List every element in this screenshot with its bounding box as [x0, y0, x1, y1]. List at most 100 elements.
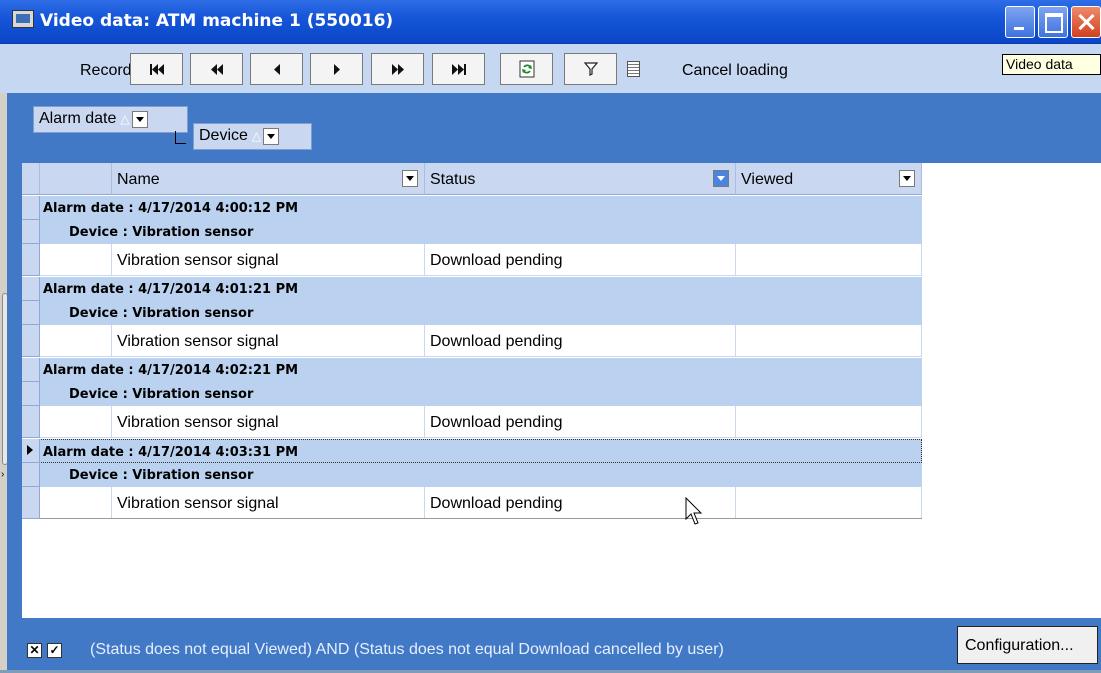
previous-page-button[interactable] [190, 53, 243, 85]
group-row-alarm-date[interactable]: Alarm date : 4/17/2014 4:02:21 PM [22, 358, 922, 382]
first-record-button[interactable] [130, 53, 183, 85]
group-chip-label: Device [199, 127, 248, 144]
cell-status[interactable]: Download pending [425, 244, 736, 275]
header-indent [40, 163, 112, 195]
chevron-down-icon[interactable] [263, 128, 280, 145]
row-selector[interactable] [22, 463, 40, 487]
previous-record-icon [273, 63, 280, 75]
next-record-icon [333, 63, 340, 75]
cell-viewed[interactable] [736, 244, 922, 275]
previous-page-icon [210, 63, 223, 75]
table-row[interactable]: Vibration sensor signal Download pending [22, 325, 922, 357]
group-row-label: Alarm date : 4/17/2014 4:02:21 PM [43, 363, 299, 378]
group-row-label: Device : Vibration sensor [69, 468, 254, 483]
next-page-button[interactable] [371, 53, 424, 85]
table-row[interactable]: Vibration sensor signal Download pending [22, 406, 922, 438]
group-row-label: Alarm date : 4/17/2014 4:03:31 PM [43, 445, 299, 460]
row-selector[interactable] [22, 406, 40, 438]
group-row-label: Alarm date : 4/17/2014 4:01:21 PM [43, 282, 299, 297]
group-row-alarm-date[interactable]: Alarm date : 4/17/2014 4:00:12 PM [22, 196, 922, 220]
last-record-icon [451, 63, 466, 75]
group-chip-label: Alarm date [39, 110, 117, 127]
table-row[interactable]: Vibration sensor signal Download pending [22, 487, 922, 519]
clear-filter-icon[interactable]: ✕ [27, 643, 42, 658]
close-button[interactable] [1071, 6, 1101, 38]
row-selector[interactable] [22, 196, 40, 220]
next-record-button[interactable] [310, 53, 363, 85]
group-row-label: Alarm date : 4/17/2014 4:00:12 PM [43, 201, 299, 216]
tooltip: Video data [1002, 54, 1101, 75]
filter-button[interactable] [564, 53, 617, 85]
row-selector[interactable] [22, 301, 40, 325]
column-header-label: Viewed [741, 171, 794, 188]
cell-name[interactable]: Vibration sensor signal [112, 244, 425, 275]
refresh-button[interactable] [500, 53, 553, 85]
cell-status[interactable]: Download pending [425, 406, 736, 437]
window-app-icon [12, 10, 34, 28]
column-header-status[interactable]: Status [425, 163, 736, 195]
cell-viewed[interactable] [736, 487, 922, 518]
group-row-device[interactable]: Device : Vibration sensor [22, 220, 922, 244]
cell-viewed[interactable] [736, 406, 922, 437]
row-selector[interactable] [22, 325, 40, 357]
filter-enabled-checkbox[interactable]: ✓ [47, 643, 62, 658]
row-selector[interactable] [22, 220, 40, 244]
column-header-label: Name [117, 171, 160, 188]
next-page-icon [391, 63, 404, 75]
cell-status[interactable]: Download pending [425, 325, 736, 356]
sort-ascending-icon: △ [251, 129, 262, 143]
group-row-device[interactable]: Device : Vibration sensor [22, 301, 922, 325]
group-connector [175, 131, 186, 144]
group-row-alarm-date[interactable]: Alarm date : 4/17/2014 4:01:21 PM [22, 277, 922, 301]
filter-expression[interactable]: (Status does not equal Viewed) AND (Stat… [90, 641, 724, 659]
group-row-device[interactable]: Device : Vibration sensor [22, 382, 922, 406]
chevron-down-icon[interactable] [899, 170, 915, 187]
chevron-down-icon[interactable] [131, 111, 148, 128]
row-selector[interactable] [22, 487, 40, 519]
cell-viewed[interactable] [736, 325, 922, 356]
group-row-device[interactable]: Device : Vibration sensor [22, 463, 922, 487]
column-header-name[interactable]: Name [112, 163, 425, 195]
row-selector[interactable] [22, 358, 40, 382]
group-row-label: Device : Vibration sensor [69, 225, 254, 240]
row-indent [40, 487, 112, 518]
group-row-alarm-date-selected[interactable]: Alarm date : 4/17/2014 4:03:31 PM [22, 439, 922, 463]
cell-name[interactable]: Vibration sensor signal [112, 406, 425, 437]
window-title: Video data: ATM machine 1 (550016) [40, 11, 394, 31]
group-by-panel: Alarm date △ Device △ [7, 93, 1101, 163]
filter-bar: ✕ ✓ (Status does not equal Viewed) AND (… [7, 618, 1101, 673]
row-selector[interactable] [22, 439, 40, 463]
grid-left-border [7, 163, 22, 618]
group-chip-device[interactable]: Device △ [193, 123, 312, 150]
row-indent [40, 406, 112, 437]
row-indent [40, 325, 112, 356]
minimize-button[interactable] [1005, 6, 1035, 38]
previous-record-button[interactable] [250, 53, 303, 85]
last-record-button[interactable] [432, 53, 485, 85]
configuration-button[interactable]: Configuration... [957, 626, 1098, 664]
filter-icon [583, 62, 598, 76]
column-header-viewed[interactable]: Viewed [736, 163, 922, 195]
row-indent [40, 244, 112, 275]
first-record-icon [149, 63, 164, 75]
table-row[interactable]: Vibration sensor signal Download pending [22, 244, 922, 276]
row-selector[interactable] [22, 244, 40, 276]
row-selector[interactable] [22, 382, 40, 406]
group-row-label: Device : Vibration sensor [69, 387, 254, 402]
title-bar: Video data: ATM machine 1 (550016) [0, 0, 1101, 44]
group-chip-alarm-date[interactable]: Alarm date △ [33, 106, 188, 133]
expand-arrow-icon[interactable]: › [1, 469, 4, 480]
mouse-cursor-icon [685, 497, 703, 525]
cell-name[interactable]: Vibration sensor signal [112, 487, 425, 518]
refresh-icon [519, 60, 534, 78]
left-frame: › [0, 93, 8, 673]
chevron-down-icon[interactable] [402, 170, 418, 187]
cancel-loading-button[interactable]: Cancel loading [682, 62, 788, 80]
columns-icon[interactable] [627, 61, 640, 77]
group-row-label: Device : Vibration sensor [69, 306, 254, 321]
chevron-down-icon[interactable] [713, 170, 729, 187]
maximize-button[interactable] [1038, 6, 1068, 38]
cell-name[interactable]: Vibration sensor signal [112, 325, 425, 356]
toolbar: Records Cancel loading [0, 44, 1101, 93]
row-selector[interactable] [22, 277, 40, 301]
